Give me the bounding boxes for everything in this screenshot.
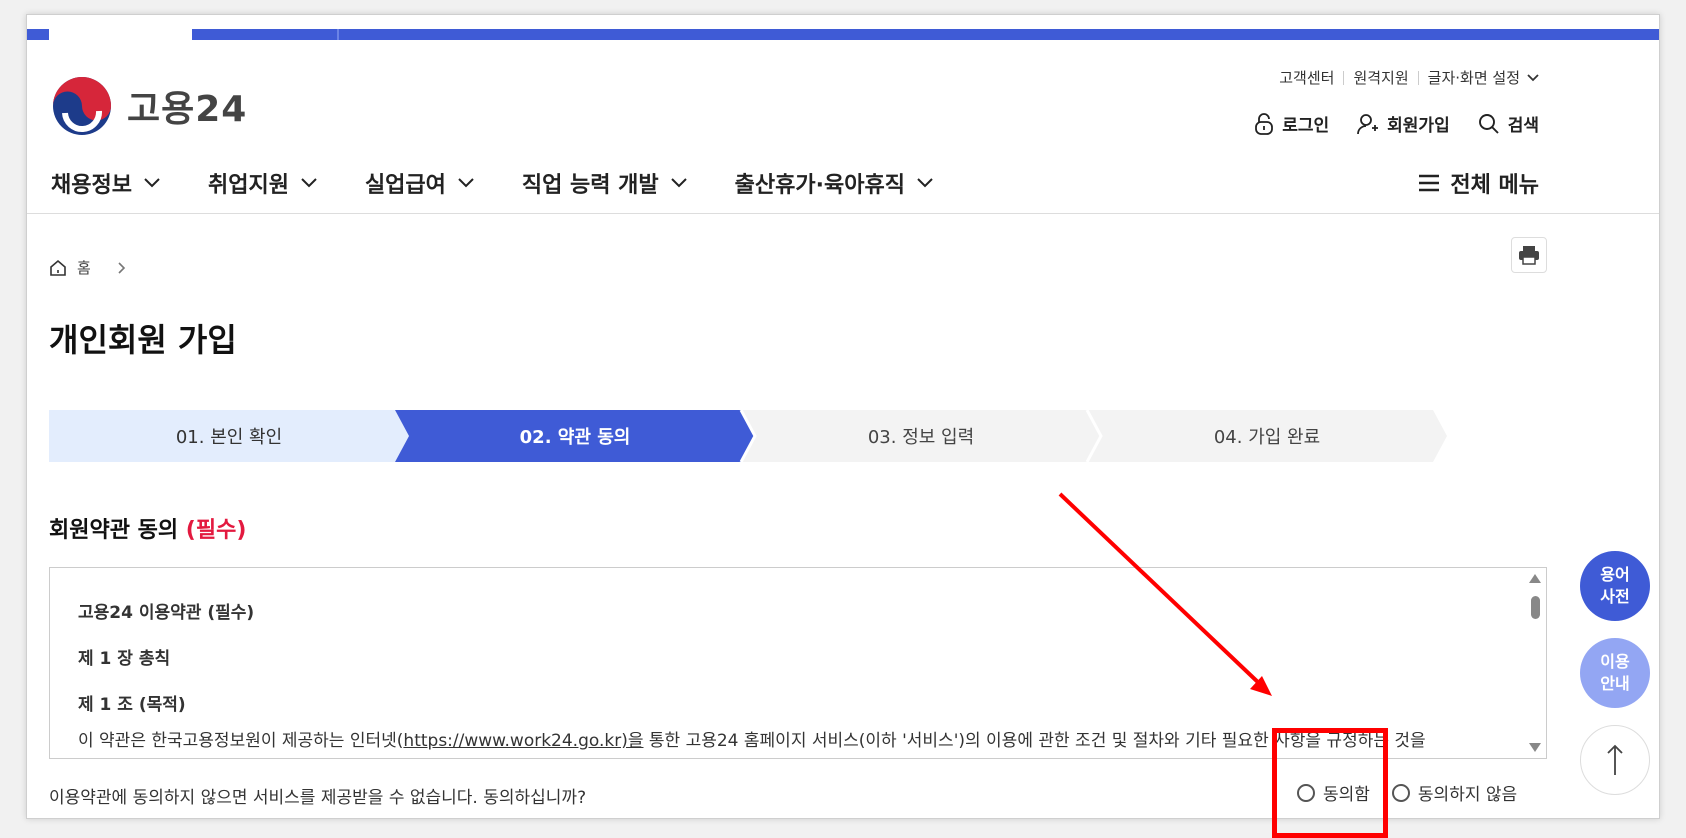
terms-section-heading: 회원약관 동의 (필수) [49, 512, 246, 544]
glossary-line1: 용어 [1600, 565, 1630, 585]
annotation-highlight-box [1272, 728, 1388, 838]
guide-line1: 이용 [1600, 652, 1630, 672]
usage-guide-button[interactable]: 이용안내 [1580, 638, 1650, 708]
user-add-icon [1357, 113, 1379, 134]
chevron-down-icon [670, 178, 687, 188]
all-menu-button[interactable]: 전체 메뉴 [1418, 167, 1539, 199]
nav-item-parental-leave[interactable]: 출산휴가·육아휴직 [735, 167, 933, 199]
step-2-active: 02. 약관 동의 [519, 427, 631, 448]
step-1: 01. 본인 확인 [175, 427, 283, 448]
radio-circle-icon [1391, 783, 1410, 802]
terms-question: 이용약관에 동의하지 않으면 서비스를 제공받을 수 없습니다. 동의하십니까? [49, 788, 587, 808]
terms-heading-text: 회원약관 동의 [49, 518, 179, 543]
search-button[interactable]: 검색 [1478, 111, 1539, 136]
hamburger-menu-icon [1419, 174, 1440, 192]
nav-item-employment-support[interactable]: 취업지원 [208, 167, 317, 199]
breadcrumb-home[interactable]: 홈 [77, 257, 91, 278]
login-label: 로그인 [1282, 116, 1330, 136]
step-4: 04. 가입 완료 [1213, 427, 1321, 448]
nav-item-label: 출산휴가·육아휴직 [734, 173, 905, 198]
printer-icon [1519, 246, 1539, 265]
nav-item-label: 직업 능력 개발 [521, 173, 659, 198]
top-accent-bar [27, 29, 1659, 40]
signup-label: 회원가입 [1387, 116, 1450, 136]
nav-item-jobs[interactable]: 채용정보 [51, 167, 160, 199]
nav-item-unemployment-benefits[interactable]: 실업급여 [365, 167, 474, 199]
chevron-right-icon [118, 261, 125, 274]
chevron-down-icon [301, 178, 317, 188]
scroll-down-arrow-icon[interactable] [1529, 743, 1541, 752]
main-navigation: 채용정보 취업지원 실업급여 직업 능력 개발 출산휴가·육아휴직 [51, 167, 981, 199]
terms-doc-title: 고용24 이용약관 (필수) [78, 603, 255, 623]
utility-menu: 고객센터 원격지원 글자·화면 설정 [1279, 67, 1539, 88]
remote-support-link[interactable]: 원격지원 [1353, 67, 1408, 88]
account-menu: 로그인 회원가입 검색 [1254, 111, 1539, 136]
chevron-down-icon [1527, 73, 1539, 81]
customer-center-link[interactable]: 고객센터 [1279, 67, 1334, 88]
scroll-up-arrow-icon[interactable] [1529, 574, 1541, 583]
guide-line2: 안내 [1600, 674, 1630, 693]
display-settings-link[interactable]: 글자·화면 설정 [1428, 67, 1520, 88]
site-logo[interactable]: 고용24 [51, 75, 247, 137]
glossary-line2: 사전 [1600, 587, 1630, 606]
nav-item-label: 실업급여 [364, 173, 446, 198]
terms-scrollbar[interactable] [1524, 568, 1546, 758]
header-divider [27, 213, 1659, 214]
chevron-down-icon [917, 178, 933, 188]
all-menu-label: 전체 메뉴 [1450, 173, 1539, 198]
terms-body: 이 약관은 한국고용정보원이 제공하는 인터넷(https://www.work… [78, 726, 1426, 751]
nav-item-label: 취업지원 [207, 173, 289, 198]
signup-button[interactable]: 회원가입 [1357, 111, 1450, 136]
logo-text: 고용24 [127, 89, 248, 130]
terms-article: 제 1 조 (목적) [78, 695, 186, 715]
scroll-top-button[interactable] [1580, 725, 1650, 795]
signup-steps: 01. 본인 확인 02. 약관 동의 03. 정보 입력 04. 가입 완료 [49, 410, 1547, 462]
step-3: 03. 정보 입력 [867, 427, 975, 448]
taegeuk-logo-icon [53, 77, 111, 135]
arrow-up-icon [1607, 744, 1623, 775]
print-button[interactable] [1511, 237, 1547, 273]
disagree-radio[interactable]: 동의하지 않음 [1391, 780, 1518, 805]
glossary-button[interactable]: 용어사전 [1580, 551, 1650, 621]
chevron-down-icon [144, 178, 160, 188]
login-button[interactable]: 로그인 [1254, 111, 1329, 136]
search-label: 검색 [1507, 116, 1539, 136]
lock-icon [1255, 112, 1274, 135]
chevron-down-icon [458, 178, 474, 188]
nav-item-label: 채용정보 [51, 173, 132, 198]
breadcrumb: 홈 [49, 257, 131, 278]
page-title: 개인회원 가입 [49, 321, 237, 359]
browser-frame: 고객센터 원격지원 글자·화면 설정 고용24 로그인 회원가입 검색 채용정보… [26, 14, 1660, 819]
required-tag: (필수) [185, 518, 247, 543]
home-icon [50, 259, 66, 276]
search-icon [1478, 113, 1499, 134]
terms-chapter: 제 1 장 총칙 [78, 649, 171, 669]
scroll-thumb[interactable] [1531, 596, 1540, 619]
disagree-label: 동의하지 않음 [1417, 785, 1518, 805]
terms-body-link[interactable]: https://www.work24.go.kr)을 [403, 731, 643, 751]
nav-item-job-skills[interactable]: 직업 능력 개발 [522, 167, 687, 199]
terms-body-prefix: 이 약관은 한국고용정보원이 제공하는 인터넷( [78, 731, 404, 751]
